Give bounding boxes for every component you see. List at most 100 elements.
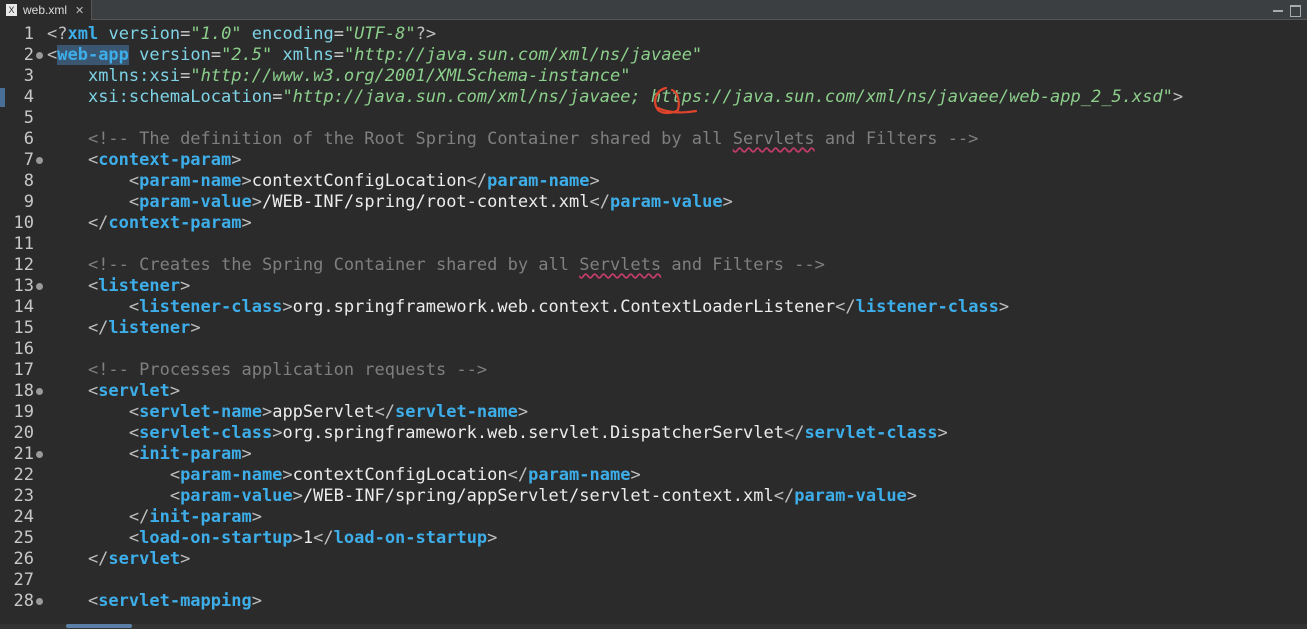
code-text: </listener>: [47, 318, 201, 339]
code-line[interactable]: 6 <!-- The definition of the Root Spring…: [0, 129, 1307, 150]
code-line[interactable]: 3 xmlns:xsi="http://www.w3.org/2001/XMLS…: [0, 66, 1307, 87]
code-line[interactable]: 5: [0, 108, 1307, 129]
code-token-punc: [129, 45, 139, 65]
code-text: <context-param>: [47, 150, 242, 171]
line-number: 8: [23, 171, 34, 191]
code-line[interactable]: 13 <listener>: [0, 276, 1307, 297]
code-line[interactable]: 18 <servlet>: [0, 381, 1307, 402]
code-token-punc: [47, 360, 88, 380]
code-token-punc: >: [630, 465, 641, 485]
code-token-punc: <: [47, 381, 99, 401]
code-token-punc: <: [47, 45, 58, 65]
code-token-punc: >: [180, 549, 191, 569]
code-text: <listener>: [47, 276, 190, 297]
code-token-punc: >: [589, 171, 600, 191]
code-token-punc: >: [190, 318, 201, 338]
code-line[interactable]: 7 <context-param>: [0, 150, 1307, 171]
line-number: 15: [13, 318, 34, 338]
code-token-punc: </: [589, 192, 610, 212]
code-line[interactable]: 23 <param-value>/WEB-INF/spring/appServl…: [0, 486, 1307, 507]
code-token-punc: >: [251, 591, 262, 611]
code-line[interactable]: 22 <param-name>contextConfigLocation</pa…: [0, 465, 1307, 486]
fold-toggle-icon[interactable]: [36, 388, 43, 395]
code-line[interactable]: 28 <servlet-mapping>: [0, 591, 1307, 612]
horizontal-scrollbar[interactable]: [0, 624, 1307, 629]
fold-toggle-icon[interactable]: [36, 283, 43, 290]
code-line[interactable]: 12 <!-- Creates the Spring Container sha…: [0, 255, 1307, 276]
code-line[interactable]: 15 </listener>: [0, 318, 1307, 339]
code-token-text: /WEB-INF/spring/appServlet/servlet-conte…: [302, 486, 774, 506]
code-line[interactable]: 10 </context-param>: [0, 213, 1307, 234]
code-text: <?xml version="1.0" encoding="UTF-8"?>: [47, 24, 436, 45]
code-text: xsi:schemaLocation="http://java.sun.com/…: [47, 87, 1183, 108]
code-line[interactable]: 8 <param-name>contextConfigLocation</par…: [0, 171, 1307, 192]
code-token-tag: servlet-name: [139, 402, 262, 422]
code-token-tag: param-value: [609, 192, 723, 212]
code-token-punc: </: [374, 402, 396, 422]
maximize-icon[interactable]: [1289, 4, 1301, 17]
line-number: 20: [13, 423, 34, 443]
code-token-punc: [47, 87, 88, 107]
line-number: 18: [13, 381, 34, 401]
code-token-comm: <!-- Creates the Spring Container shared…: [87, 255, 580, 275]
code-line[interactable]: 25 <load-on-startup>1</load-on-startup>: [0, 528, 1307, 549]
line-number: 11: [13, 234, 34, 254]
code-line[interactable]: 14 <listener-class>org.springframework.w…: [0, 297, 1307, 318]
fold-toggle-icon[interactable]: [36, 598, 43, 605]
editor-tab-bar: X web.xml ✕: [0, 0, 1307, 20]
code-token-text: org.springframework.web.context.ContextL…: [292, 297, 836, 317]
close-icon[interactable]: ✕: [75, 4, 84, 17]
code-token-punc: <: [47, 171, 140, 191]
fold-toggle-icon[interactable]: [36, 52, 43, 59]
code-token-eq: =: [180, 24, 191, 44]
code-token-attr: xmlns:xsi: [87, 66, 181, 86]
code-token-text: appServlet: [272, 402, 375, 422]
code-token-punc: <: [47, 591, 99, 611]
code-token-punc: </: [773, 486, 795, 506]
fold-toggle-icon[interactable]: [36, 451, 43, 458]
code-line[interactable]: 9 <param-value>/WEB-INF/spring/root-cont…: [0, 192, 1307, 213]
code-line[interactable]: 19 <servlet-name>appServlet</servlet-nam…: [0, 402, 1307, 423]
code-line[interactable]: 21 <init-param>: [0, 444, 1307, 465]
code-line[interactable]: 1 <?xml version="1.0" encoding="UTF-8"?>: [0, 24, 1307, 45]
code-line[interactable]: 2 <web-app version="2.5" xmlns="http://ja…: [0, 45, 1307, 66]
code-token-val: "1.0": [190, 24, 242, 44]
code-token-punc: <: [47, 276, 99, 296]
code-token-punc: >: [282, 465, 293, 485]
code-text: <param-value>/WEB-INF/spring/appServlet/…: [47, 486, 917, 507]
code-line[interactable]: 20 <servlet-class>org.springframework.we…: [0, 423, 1307, 444]
minimize-icon[interactable]: [1272, 4, 1284, 16]
code-token-punc: </: [835, 297, 856, 317]
code-line[interactable]: 26 </servlet>: [0, 549, 1307, 570]
code-token-punc: <: [47, 423, 140, 443]
code-token-eq: =: [180, 66, 191, 86]
code-text: <listener-class>org.springframework.web.…: [47, 297, 1009, 318]
code-token-tag: servlet-mapping: [98, 591, 252, 611]
line-number: 24: [13, 507, 34, 527]
code-token-punc: <: [47, 402, 140, 422]
code-line[interactable]: 27: [0, 570, 1307, 591]
fold-toggle-icon[interactable]: [36, 157, 43, 164]
code-line[interactable]: 11: [0, 234, 1307, 255]
line-number: 22: [13, 465, 34, 485]
code-token-tag: init-param: [139, 444, 242, 464]
code-line[interactable]: 4 xsi:schemaLocation="http://java.sun.co…: [0, 87, 1307, 108]
code-token-punc: </: [47, 507, 150, 527]
code-token-punc: <: [47, 465, 181, 485]
line-number: 21: [13, 444, 34, 464]
code-token-punc: >: [487, 528, 498, 548]
code-token-val: "http://java.sun.com/xml/ns/javaee": [343, 45, 703, 65]
code-line[interactable]: 16: [0, 339, 1307, 360]
code-token-punc: </: [507, 465, 529, 485]
line-number: 23: [13, 486, 34, 506]
code-line[interactable]: 24 </init-param>: [0, 507, 1307, 528]
code-token-punc: >: [292, 528, 303, 548]
code-line[interactable]: 17 <!-- Processes application requests -…: [0, 360, 1307, 381]
scrollbar-thumb[interactable]: [66, 624, 132, 628]
line-number: 28: [13, 591, 34, 611]
code-token-punc: >: [292, 486, 303, 506]
code-token-attr: encoding: [251, 24, 334, 44]
code-token-text: contextConfigLocation: [251, 171, 467, 191]
code-editor[interactable]: 1 <?xml version="1.0" encoding="UTF-8"?> 2…: [0, 24, 1307, 624]
tab-web-xml[interactable]: X web.xml ✕: [0, 0, 92, 20]
